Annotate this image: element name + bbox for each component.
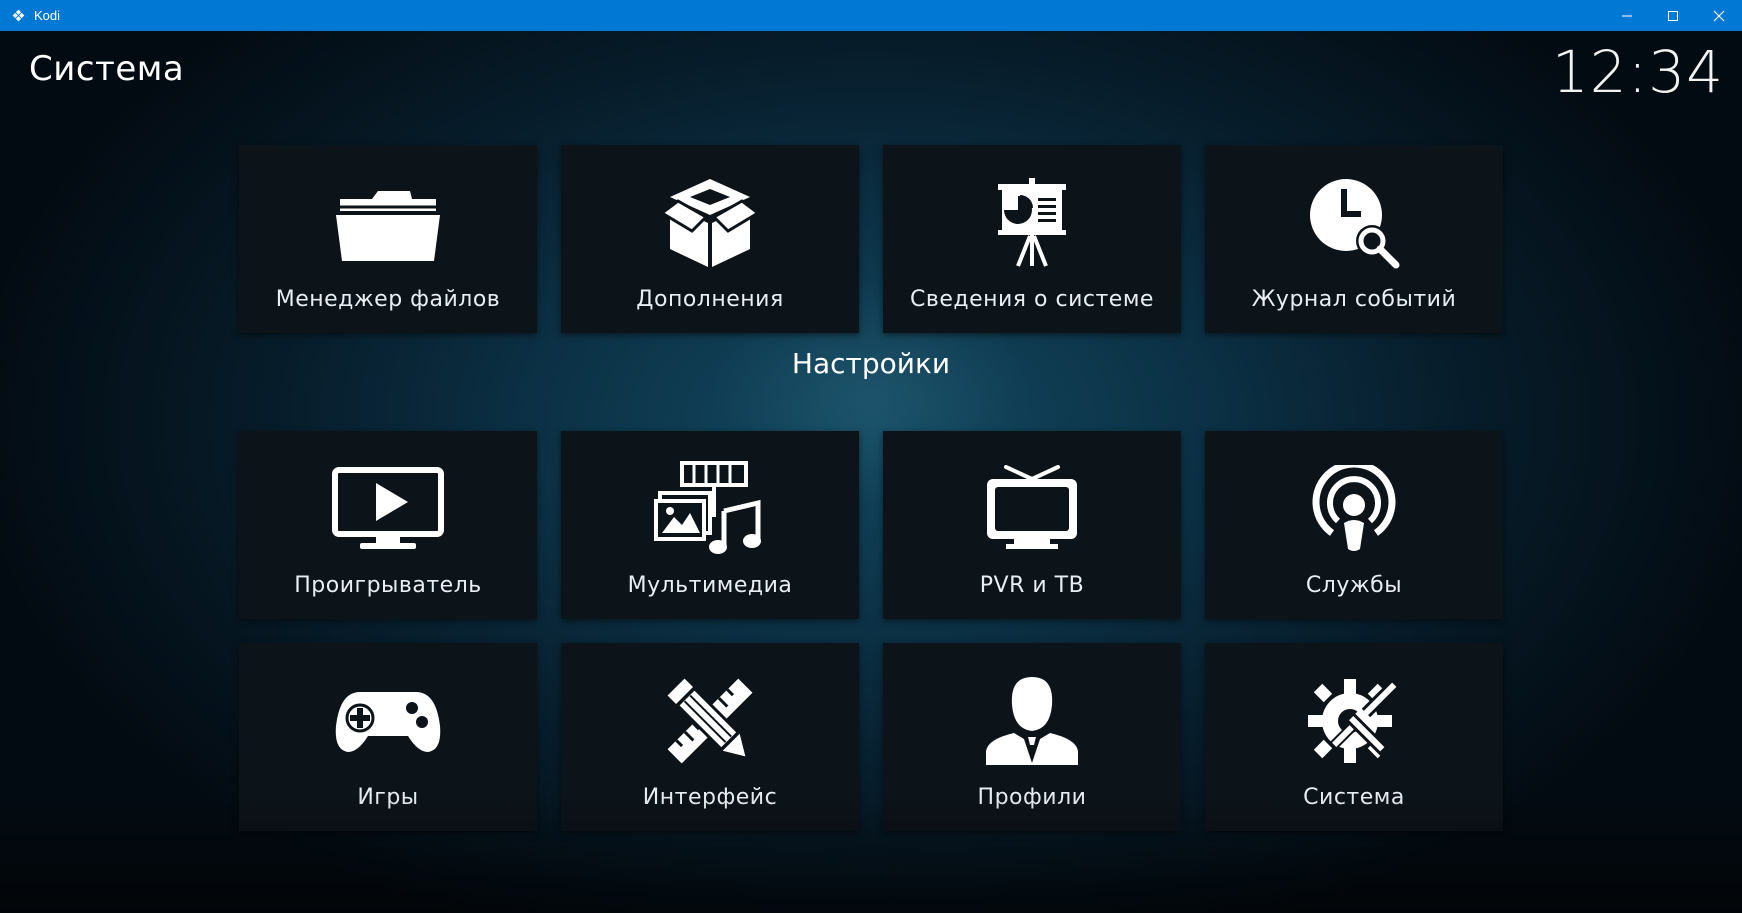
media-icon — [561, 459, 859, 559]
user-profile-icon — [883, 671, 1181, 771]
tile-label: Дополнения — [636, 287, 784, 312]
kodi-logo-icon — [10, 8, 26, 24]
clock-search-icon — [1205, 173, 1503, 273]
window-titlebar: Kodi — [0, 0, 1742, 31]
tile-system-info[interactable]: Сведения о системе — [883, 145, 1181, 333]
tile-label: Мультимедиа — [627, 573, 793, 598]
section-title-settings: Настройки — [791, 347, 951, 380]
tile-label: Проигрыватель — [294, 573, 482, 598]
pencil-ruler-icon — [561, 671, 859, 771]
gear-tools-icon — [1205, 671, 1503, 771]
tile-services[interactable]: Службы — [1205, 431, 1503, 619]
tile-pvr-tv[interactable]: PVR и ТВ — [883, 431, 1181, 619]
tile-addons[interactable]: Дополнения — [561, 145, 859, 333]
clock: 12:34 — [1551, 38, 1724, 106]
close-icon — [1713, 10, 1725, 21]
minimize-button[interactable] — [1604, 0, 1650, 31]
kodi-stage: Система 12:34 Настройки Менеджер файлов … — [0, 31, 1742, 913]
page-title: Система — [29, 49, 185, 89]
gamepad-icon — [239, 671, 537, 771]
tile-profiles[interactable]: Профили — [883, 643, 1181, 831]
tile-label: Службы — [1305, 573, 1403, 598]
podcast-icon — [1205, 459, 1503, 559]
minimize-icon — [1622, 15, 1632, 16]
folder-icon — [239, 173, 537, 273]
tile-label: Менеджер файлов — [275, 287, 501, 312]
tile-label: Профили — [977, 785, 1087, 810]
close-button[interactable] — [1696, 0, 1742, 31]
tile-player[interactable]: Проигрыватель — [239, 431, 537, 619]
tile-label: Журнал событий — [1251, 287, 1457, 312]
tile-label: Система — [1303, 785, 1405, 810]
tile-label: Сведения о системе — [910, 287, 1154, 312]
tile-label: Интерфейс — [642, 785, 778, 810]
addons-box-icon — [561, 173, 859, 273]
tile-event-log[interactable]: Журнал событий — [1205, 145, 1503, 333]
tile-games[interactable]: Игры — [239, 643, 537, 831]
tile-file-manager[interactable]: Менеджер файлов — [239, 145, 537, 333]
tile-label: Игры — [357, 785, 419, 810]
tile-interface[interactable]: Интерфейс — [561, 643, 859, 831]
presentation-board-icon — [883, 173, 1181, 273]
maximize-button[interactable] — [1650, 0, 1696, 31]
maximize-icon — [1668, 10, 1678, 21]
tv-antenna-icon — [883, 459, 1181, 559]
tile-multimedia[interactable]: Мультимедиа — [561, 431, 859, 619]
tv-play-icon — [239, 459, 537, 559]
tile-system[interactable]: Система — [1205, 643, 1503, 831]
window-title: Kodi — [34, 8, 61, 23]
tile-label: PVR и ТВ — [979, 573, 1085, 598]
